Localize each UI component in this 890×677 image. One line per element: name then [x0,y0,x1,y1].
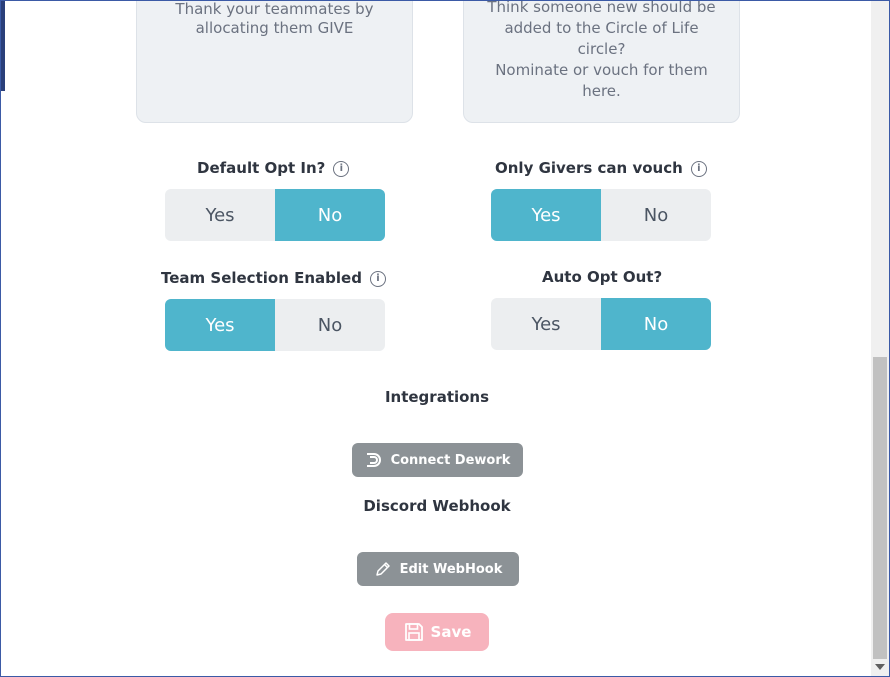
edit-webhook-button[interactable]: Edit WebHook [357,552,519,586]
save-button[interactable]: Save [385,613,489,651]
only-givers-vouch-no[interactable]: No [601,189,711,241]
info-icon[interactable]: i [690,161,707,177]
info-icon[interactable]: i [369,271,386,287]
default-opt-in-no[interactable]: No [275,189,385,241]
save-label: Save [430,623,472,641]
vouch-card-line-2: added to the Circle of Life [504,19,699,37]
only-givers-vouch-label: Only Givers can vouch i [495,159,707,177]
team-selection-toggle: Yes No [165,299,385,351]
auto-opt-out-text: Auto Opt Out? [542,268,663,286]
team-selection-label: Team Selection Enabled i [161,269,386,287]
scroll-down-icon[interactable] [875,664,885,670]
dework-logo-icon [366,453,381,467]
info-icon[interactable]: i [333,161,350,177]
give-card-line-2: allocating them GIVE [195,19,354,37]
scrollbar-thumb[interactable] [873,357,887,659]
default-opt-in-yes[interactable]: Yes [165,189,275,241]
discord-webhook-title: Discord Webhook [363,497,511,515]
floppy-disk-icon [404,623,423,641]
default-opt-in-label: Default Opt In? i [197,159,350,177]
only-givers-vouch-text: Only Givers can vouch [495,159,683,177]
auto-opt-out-label: Auto Opt Out? [542,268,662,286]
vouch-card-line-1: Think someone new should be [487,0,716,16]
default-opt-in-text: Default Opt In? [197,159,326,177]
connect-dework-label: Connect Dework [390,452,511,468]
only-givers-vouch-yes[interactable]: Yes [491,189,601,241]
vouch-card-line-3: circle? [577,40,626,58]
give-card[interactable]: Thank your teammates by allocating them … [136,0,413,123]
team-selection-yes[interactable]: Yes [165,299,275,351]
team-selection-no[interactable]: No [275,299,385,351]
connect-dework-button[interactable]: Connect Dework [352,443,523,477]
vouch-card-line-4: Nominate or vouch for them [495,61,708,79]
team-selection-text: Team Selection Enabled [161,269,362,287]
vertical-scrollbar[interactable] [871,1,889,676]
integrations-title: Integrations [384,388,490,406]
window-edge [1,1,5,91]
vouch-card[interactable]: Think someone new should be added to the… [463,0,740,123]
pencil-icon [375,562,390,576]
auto-opt-out-yes[interactable]: Yes [491,298,601,350]
give-card-line-1: Thank your teammates by [175,0,374,18]
auto-opt-out-toggle: Yes No [491,298,711,350]
only-givers-vouch-toggle: Yes No [491,189,711,241]
auto-opt-out-no[interactable]: No [601,298,711,350]
default-opt-in-toggle: Yes No [165,189,385,241]
edit-webhook-label: Edit WebHook [399,561,503,577]
app-window: Thank your teammates by allocating them … [0,0,890,677]
vouch-card-line-5: here. [582,82,621,100]
